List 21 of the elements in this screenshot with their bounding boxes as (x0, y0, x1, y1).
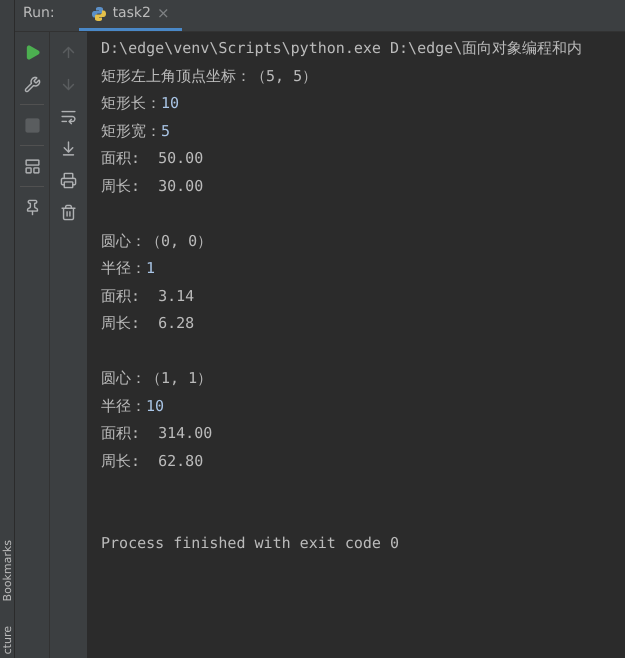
python-icon (90, 6, 107, 22)
side-tab-label[interactable]: cture (2, 626, 12, 654)
console-line: 矩形左上角顶点坐标：（5, 5） (101, 66, 318, 86)
run-label: Run: (23, 4, 55, 23)
console-line: 周长: 62.80 (101, 450, 204, 472)
run-tab[interactable]: task2 × (78, 0, 182, 31)
console-line: 矩形长：10 (101, 93, 180, 114)
console-line: 周长: 30.00 (101, 176, 204, 196)
console-line: 面积: 314.00 (101, 423, 212, 444)
console-line: 圆心：（1, 1） (101, 368, 212, 389)
console-line: 周长: 6.28 (101, 313, 194, 334)
console-line: 半径：10 (101, 396, 164, 416)
console-line: 半径：1 (101, 258, 156, 279)
side-tab-label[interactable]: Bookmarks (2, 540, 12, 602)
console-line: 矩形宽：5 (101, 120, 170, 142)
console-line: D:\edge\venv\Scripts\python.exe D:\edge\面向对象编程和内 (101, 38, 582, 59)
exit-message: Process finished with exit code 0 (101, 533, 400, 554)
console-line: 圆心：（0, 0） (101, 230, 212, 252)
console-line: 面积: 50.00 (101, 148, 204, 169)
console-line: 面积: 3.14 (101, 286, 194, 306)
tab-label: task2 (112, 4, 151, 23)
